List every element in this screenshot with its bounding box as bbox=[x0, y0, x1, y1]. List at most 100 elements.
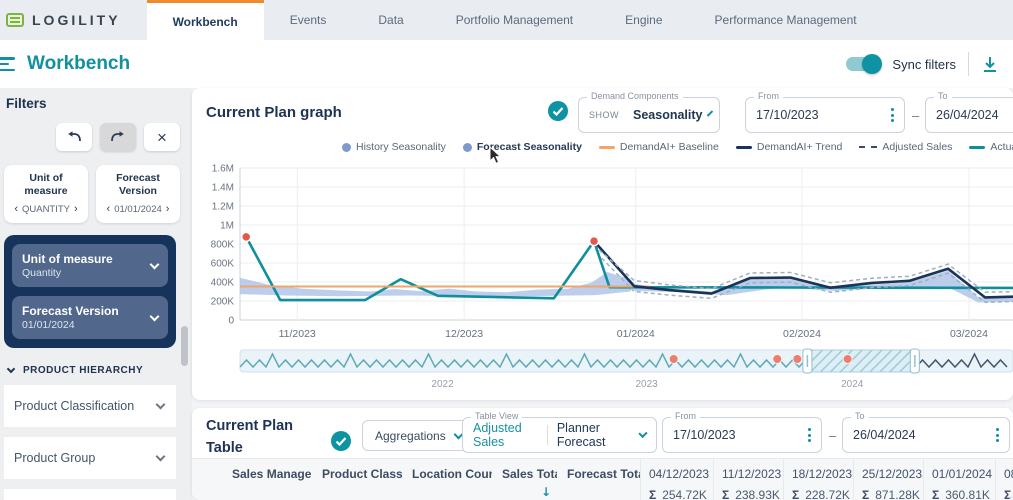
chevron-down-icon bbox=[707, 110, 713, 116]
graph-to-date-field[interactable]: To 26/04/2024 bbox=[925, 97, 1013, 133]
current-plan-table-card: Current Plan Table Aggregations Table Vi… bbox=[192, 408, 1013, 500]
chevron-left-icon[interactable]: ‹ bbox=[107, 203, 111, 215]
sync-filters-toggle[interactable] bbox=[846, 57, 880, 71]
column-header-label: 08/01/2024 bbox=[1004, 467, 1013, 481]
column-header-label: 01/01/2024 bbox=[932, 467, 989, 481]
column-header-label: 25/12/2023 bbox=[862, 467, 917, 481]
chevron-left-icon[interactable]: ‹ bbox=[14, 203, 18, 215]
filter-menu-icon[interactable] bbox=[0, 57, 17, 71]
demand-components-select[interactable]: Demand Components SHOW Seasonality bbox=[578, 97, 720, 133]
filter-chip[interactable]: Unit of measure‹QUANTITY› bbox=[4, 165, 88, 223]
table-view-option-planner-forecast[interactable]: Planner Forecast bbox=[557, 421, 631, 449]
applied-filter-card[interactable]: Unit of measureQuantity bbox=[12, 244, 168, 287]
tab-portfolio-management[interactable]: Portfolio Management bbox=[430, 0, 599, 40]
legend-item-adjusted-sales[interactable]: Adjusted Sales bbox=[859, 141, 952, 153]
graph-from-date-field[interactable]: From 17/10/2023 bbox=[745, 97, 905, 133]
column-header-08-01-2024[interactable]: 08/01/2024Σ bbox=[995, 459, 1013, 500]
table-view-option-adjusted-sales[interactable]: Adjusted Sales bbox=[473, 421, 538, 449]
column-header-11-12-2023[interactable]: 11/12/2023 Σ238.93K bbox=[713, 459, 783, 500]
tab-workbench[interactable]: Workbench bbox=[147, 0, 264, 40]
graph-to-date-value: 26/04/2024 bbox=[936, 108, 999, 122]
redo-button[interactable] bbox=[100, 123, 136, 151]
redo-icon bbox=[110, 131, 126, 144]
column-header-18-12-2023[interactable]: 18/12/2023Σ228.72K bbox=[783, 459, 853, 500]
main-chart[interactable]: 1.6M1.4M1.2M1M800K600K400K200K011/202312… bbox=[192, 156, 1013, 346]
panel-scrollbar[interactable] bbox=[181, 88, 188, 500]
legend-label: Actual Sales bbox=[990, 141, 1013, 153]
column-header-location-country[interactable]: Location Country bbox=[402, 459, 492, 500]
sort-desc-icon[interactable]: ↓ bbox=[502, 485, 551, 499]
hierarchy-item-label: Product Group bbox=[14, 451, 95, 465]
hierarchy-item-product-classification[interactable]: Product Classification bbox=[4, 385, 176, 427]
column-header-04-12-2023[interactable]: 04/12/2023Σ254.72K bbox=[640, 459, 713, 500]
more-options-icon[interactable] bbox=[996, 428, 999, 442]
chevron-right-icon[interactable]: › bbox=[74, 203, 78, 215]
undo-button[interactable] bbox=[56, 123, 92, 151]
column-total-value: 238.93K bbox=[735, 488, 780, 500]
applied-filter-label: Forecast Version bbox=[22, 304, 119, 319]
legend-line-marker bbox=[969, 146, 985, 149]
column-header-25-12-2023[interactable]: 25/12/2023Σ871.28K bbox=[853, 459, 923, 500]
legend-item-actual-sales[interactable]: Actual Sales bbox=[969, 141, 1013, 153]
panel-scrollbar-thumb[interactable] bbox=[181, 326, 188, 366]
more-options-icon[interactable] bbox=[891, 108, 894, 122]
chevron-down-icon bbox=[156, 452, 166, 462]
filter-chips: Unit of measure‹QUANTITY›Forecast Versio… bbox=[4, 165, 192, 223]
more-options-icon[interactable] bbox=[808, 428, 811, 442]
column-header-product-classifica[interactable]: Product Classifica bbox=[312, 459, 402, 500]
column-header-sales-manager[interactable]: Sales Manager bbox=[222, 459, 312, 500]
mouse-cursor bbox=[489, 146, 502, 165]
clear-filters-button[interactable]: × bbox=[144, 123, 180, 151]
legend-item-demandai-baseline[interactable]: DemandAI+ Baseline bbox=[599, 141, 719, 153]
svg-text:2022: 2022 bbox=[431, 379, 454, 390]
applied-filter-text: Unit of measureQuantity bbox=[22, 252, 113, 279]
divider bbox=[547, 425, 548, 445]
from-label: From bbox=[671, 411, 700, 421]
aggregations-button[interactable]: Aggregations bbox=[362, 420, 475, 451]
table-to-date-field[interactable]: To 26/04/2024 bbox=[842, 417, 1010, 453]
column-total: Σ360.81K bbox=[932, 488, 989, 500]
tab-engine[interactable]: Engine bbox=[599, 0, 688, 40]
table-from-date-field[interactable]: From 17/10/2023 bbox=[662, 417, 822, 453]
legend-circle-marker bbox=[463, 143, 472, 152]
to-label: To bbox=[934, 91, 952, 101]
column-header-sales-total[interactable]: Sales Total↓ bbox=[492, 459, 557, 500]
legend-item-demandai-trend[interactable]: DemandAI+ Trend bbox=[736, 141, 843, 153]
sigma-icon: Σ bbox=[862, 488, 869, 500]
timeline-brush[interactable]: 202220232024 bbox=[192, 346, 1013, 392]
top-navigation: LOGILITY WorkbenchEventsDataPortfolio Ma… bbox=[0, 0, 1013, 40]
svg-text:12/2023: 12/2023 bbox=[445, 328, 483, 340]
svg-text:1.6M: 1.6M bbox=[212, 164, 234, 175]
legend-item-forecast-seasonality[interactable]: Forecast Seasonality bbox=[463, 141, 582, 153]
legend-item-history-seasonality[interactable]: History Seasonality bbox=[342, 141, 446, 153]
logility-logo: LOGILITY bbox=[0, 0, 135, 40]
chevron-right-icon[interactable]: › bbox=[166, 203, 170, 215]
filter-chip[interactable]: Forecast Version‹01/01/2024› bbox=[96, 165, 180, 223]
applied-filter-label: Unit of measure bbox=[22, 252, 113, 267]
download-icon[interactable] bbox=[981, 55, 999, 73]
table-valid-check-icon bbox=[330, 430, 352, 452]
svg-text:1M: 1M bbox=[220, 221, 234, 232]
column-header-01-01-2024[interactable]: 01/01/2024 Σ360.81K bbox=[923, 459, 995, 500]
sync-filters-label: Sync filters bbox=[892, 57, 956, 72]
filters-panel: Filters × Unit of measure‹QUANTITY›Forec… bbox=[0, 88, 192, 500]
filter-chip-current-value: 01/01/2024 bbox=[114, 204, 162, 215]
column-header-label: 11/12/2023 bbox=[722, 467, 777, 481]
column-header-forecast-total[interactable]: Forecast Total bbox=[557, 459, 640, 500]
column-header-label: Product Classifica bbox=[322, 467, 396, 481]
show-label: SHOW bbox=[589, 110, 619, 120]
tab-data[interactable]: Data bbox=[352, 0, 429, 40]
sigma-icon: Σ bbox=[932, 488, 939, 500]
applied-filter-card[interactable]: Forecast Version01/01/2024 bbox=[12, 296, 168, 339]
legend-label: DemandAI+ Trend bbox=[757, 141, 843, 153]
column-total: Σ238.93K bbox=[722, 488, 777, 500]
tab-performance-management[interactable]: Performance Management bbox=[689, 0, 883, 40]
hierarchy-item-product-group[interactable]: Product Group bbox=[4, 437, 176, 479]
table-view-select[interactable]: Table View Adjusted Sales Planner Foreca… bbox=[462, 417, 657, 453]
hierarchy-item-model[interactable]: Model bbox=[4, 489, 176, 500]
filter-chip-value: ‹QUANTITY› bbox=[8, 203, 84, 215]
tab-events[interactable]: Events bbox=[264, 0, 353, 40]
hierarchy-item-label: Product Classification bbox=[14, 399, 134, 413]
chart-legend: History Seasonality Forecast Seasonality D… bbox=[342, 141, 1013, 153]
product-hierarchy-section[interactable]: PRODUCT HIERARCHY bbox=[8, 365, 192, 376]
